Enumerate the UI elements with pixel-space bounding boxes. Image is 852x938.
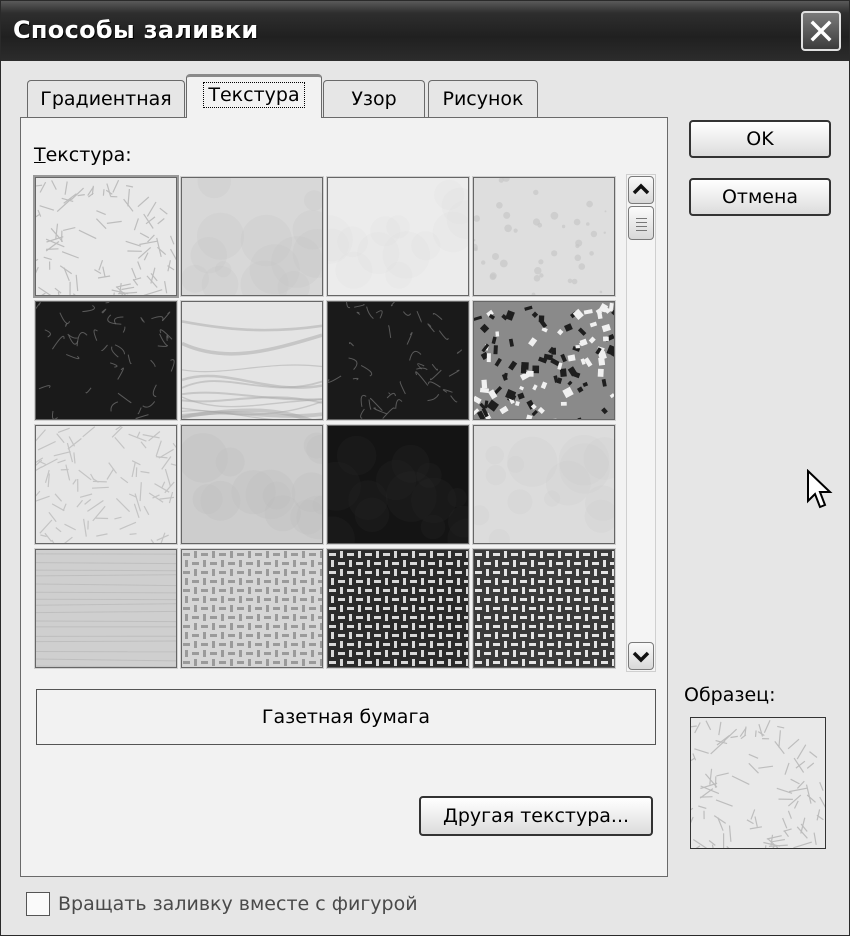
tab-pattern[interactable]: Узор — [323, 80, 425, 118]
close-icon — [810, 20, 832, 42]
texture-swatch[interactable] — [472, 424, 616, 545]
texture-name-display: Газетная бумага — [36, 689, 656, 745]
tab-texture[interactable]: Текстура — [186, 74, 322, 118]
mouse-pointer-icon — [807, 469, 833, 509]
texture-swatch[interactable] — [326, 300, 470, 421]
rotate-with-shape-checkbox[interactable] — [26, 892, 50, 916]
tab-texture-label: Текстура — [203, 82, 305, 108]
texture-swatch[interactable] — [326, 176, 470, 297]
fill-effects-dialog: Способы заливки Градиентная Текстура Узо… — [0, 0, 850, 936]
tab-picture-label: Рисунок — [442, 88, 524, 110]
texture-scrollbar[interactable] — [626, 174, 656, 672]
texture-swatch[interactable] — [180, 176, 324, 297]
chevron-down-icon — [632, 651, 650, 663]
scroll-up-button[interactable] — [628, 176, 654, 204]
scroll-down-button[interactable] — [628, 642, 654, 670]
tab-pattern-label: Узор — [351, 88, 397, 110]
other-texture-button[interactable]: Другая текстура... — [419, 796, 653, 836]
texture-swatch[interactable] — [326, 548, 470, 669]
tab-gradient-label: Градиентная — [40, 88, 172, 110]
texture-swatch[interactable] — [34, 300, 178, 421]
close-button[interactable] — [801, 11, 841, 51]
texture-swatch[interactable] — [472, 176, 616, 297]
title-bar[interactable]: Способы заливки — [1, 1, 849, 61]
texture-swatch[interactable] — [34, 424, 178, 545]
texture-label: Текстура: — [34, 144, 132, 166]
texture-swatch[interactable] — [180, 548, 324, 669]
texture-swatch[interactable] — [472, 300, 616, 421]
tab-gradient[interactable]: Градиентная — [27, 80, 185, 118]
texture-swatch[interactable] — [180, 300, 324, 421]
texture-swatch[interactable] — [180, 424, 324, 545]
texture-swatch[interactable] — [33, 175, 179, 298]
chevron-up-icon — [632, 183, 650, 195]
rotate-with-shape-label: Вращать заливку вместе с фигурой — [58, 893, 418, 915]
sample-label: Образец: — [684, 684, 776, 706]
dialog-title: Способы заливки — [13, 16, 259, 44]
tab-picture[interactable]: Рисунок — [428, 80, 538, 118]
scroll-thumb[interactable] — [628, 206, 654, 240]
ok-button[interactable]: OK — [689, 120, 831, 158]
sample-preview — [680, 717, 829, 864]
texture-swatch[interactable] — [326, 424, 470, 545]
cancel-button[interactable]: Отмена — [689, 178, 831, 216]
texture-swatch[interactable] — [34, 548, 178, 669]
texture-grid — [33, 175, 620, 672]
texture-tab-panel: Текстура: Газетная бумага Другая текстур… — [20, 117, 668, 877]
texture-swatch[interactable] — [472, 548, 616, 669]
